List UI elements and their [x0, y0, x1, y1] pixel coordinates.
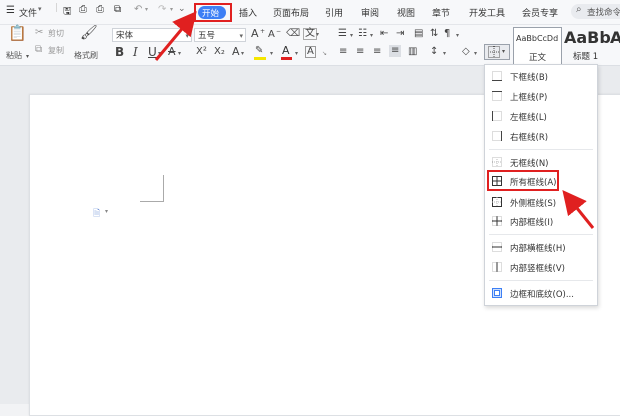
arrow-to-all-borders	[562, 189, 595, 229]
arrow-to-start-tab	[154, 11, 197, 61]
annotation-arrows	[154, 11, 595, 229]
